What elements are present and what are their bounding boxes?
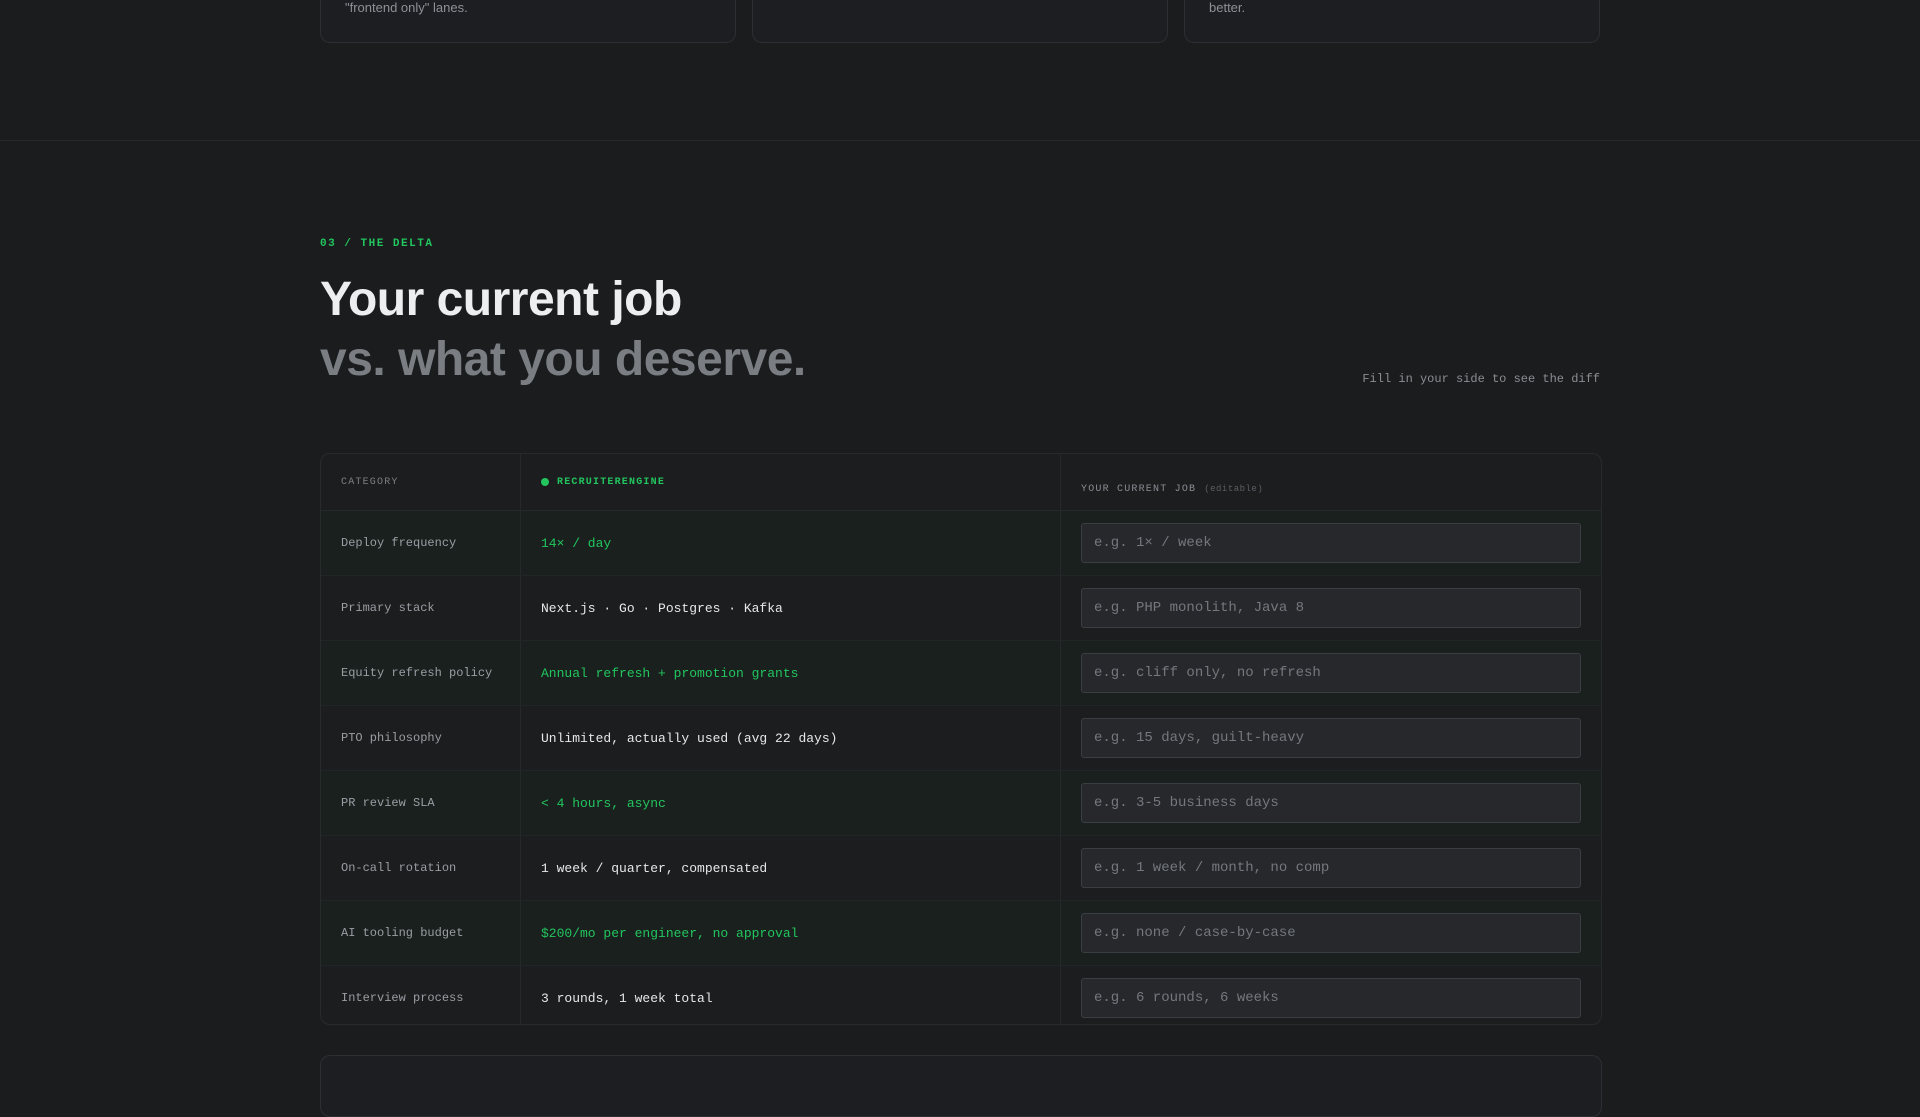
comparison-table: CATEGORY RECRUITERENGINE YOUR CURRENT JO… (320, 453, 1602, 1025)
current-job-input[interactable] (1081, 783, 1581, 823)
row-company-value: Next.js · Go · Postgres · Kafka (521, 576, 1061, 640)
row-category: Interview process (321, 966, 521, 1024)
row-company-value: 14× / day (521, 511, 1061, 575)
row-company-value: Annual refresh + promotion grants (521, 641, 1061, 705)
table-row: On-call rotation 1 week / quarter, compe… (321, 836, 1601, 901)
table-row: PTO philosophy Unlimited, actually used … (321, 706, 1601, 771)
fill-hint: Fill in your side to see the diff (1362, 372, 1600, 386)
table-row: Equity refresh policy Annual refresh + p… (321, 641, 1601, 706)
status-dot-icon (541, 478, 549, 486)
current-job-input[interactable] (1081, 588, 1581, 628)
feature-card-text: better. (1209, 0, 1246, 15)
current-job-input[interactable] (1081, 978, 1581, 1018)
row-company-value: 3 rounds, 1 week total (521, 966, 1061, 1024)
table-row: AI tooling budget $200/mo per engineer, … (321, 901, 1601, 966)
row-category: Deploy frequency (321, 511, 521, 575)
row-category: AI tooling budget (321, 901, 521, 965)
row-category: On-call rotation (321, 836, 521, 900)
row-category: Equity refresh policy (321, 641, 521, 705)
title-line-1: Your current job (320, 273, 682, 326)
header-company: RECRUITERENGINE (521, 454, 1061, 510)
header-yours-label: YOUR CURRENT JOB (1081, 483, 1197, 495)
current-job-input[interactable] (1081, 653, 1581, 693)
table-row: PR review SLA < 4 hours, async (321, 771, 1601, 836)
table-row: Deploy frequency 14× / day (321, 511, 1601, 576)
section-title: Your current job vs. what you deserve. (320, 270, 806, 390)
table-row: Primary stack Next.js · Go · Postgres · … (321, 576, 1601, 641)
header-yours: YOUR CURRENT JOB (editable) (1061, 454, 1601, 510)
editable-tag: (editable) (1204, 484, 1264, 494)
row-company-value: 1 week / quarter, compensated (521, 836, 1061, 900)
row-company-value: Unlimited, actually used (avg 22 days) (521, 706, 1061, 770)
next-section-card (320, 1055, 1602, 1117)
row-company-value: < 4 hours, async (521, 771, 1061, 835)
feature-cards: "frontend only" lanes. better. (320, 0, 1600, 43)
row-company-value: $200/mo per engineer, no approval (521, 901, 1061, 965)
current-job-input[interactable] (1081, 848, 1581, 888)
header-company-label: RECRUITERENGINE (557, 476, 666, 488)
feature-card: "frontend only" lanes. (320, 0, 736, 43)
section-eyebrow: 03 / THE DELTA (320, 238, 434, 250)
section-divider (0, 140, 1920, 141)
title-line-2: vs. what you deserve. (320, 333, 806, 386)
current-job-input[interactable] (1081, 718, 1581, 758)
current-job-input[interactable] (1081, 523, 1581, 563)
row-category: PR review SLA (321, 771, 521, 835)
table-row: Interview process 3 rounds, 1 week total (321, 966, 1601, 1024)
feature-card-text: "frontend only" lanes. (345, 0, 468, 15)
feature-card (752, 0, 1168, 43)
row-category: PTO philosophy (321, 706, 521, 770)
feature-card: better. (1184, 0, 1600, 43)
table-header: CATEGORY RECRUITERENGINE YOUR CURRENT JO… (321, 454, 1601, 511)
current-job-input[interactable] (1081, 913, 1581, 953)
row-category: Primary stack (321, 576, 521, 640)
header-category: CATEGORY (321, 454, 521, 510)
